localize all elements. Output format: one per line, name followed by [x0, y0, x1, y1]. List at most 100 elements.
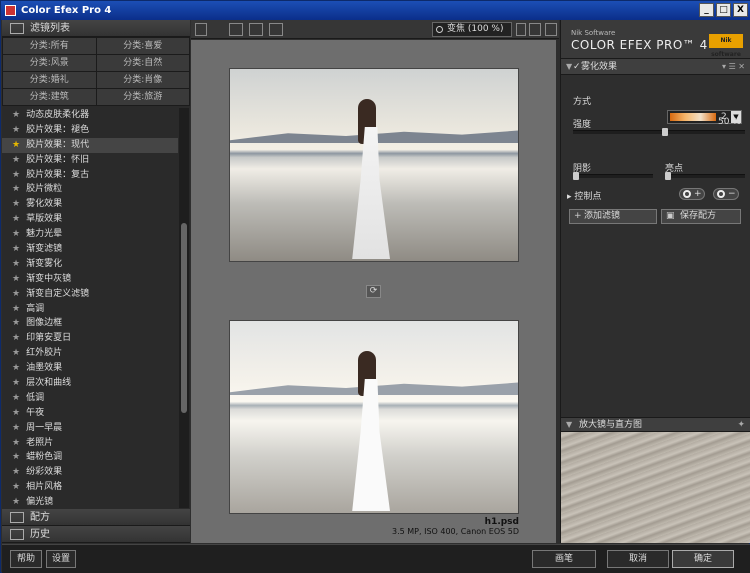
category-travel[interactable]: 分类:旅游	[96, 89, 189, 105]
filter-list-item[interactable]: ★ 渐变自定义滤镜	[2, 287, 178, 302]
add-control-point-button[interactable]: +	[679, 188, 705, 200]
history-section[interactable]: 历史	[2, 526, 190, 543]
filter-list-item[interactable]: ★ 草版效果	[2, 212, 178, 227]
side-by-side-view-icon[interactable]	[269, 23, 283, 36]
filter-list-item[interactable]: ★ 胶片效果：复古	[2, 168, 178, 183]
favorite-star-icon[interactable]: ★	[12, 438, 20, 448]
single-view-icon[interactable]	[229, 23, 243, 36]
filter-list-item[interactable]: ★ 周一早晨	[2, 421, 178, 436]
favorite-star-icon[interactable]: ★	[12, 229, 20, 239]
filter-list-item[interactable]: ★ 纷彩效果	[2, 465, 178, 480]
ok-button[interactable]: 确定	[672, 550, 734, 568]
favorite-star-icon[interactable]: ★	[12, 199, 20, 209]
collapse-triangle-icon[interactable]: ▼	[566, 59, 572, 75]
filter-list-header[interactable]: 滤镜列表	[2, 20, 190, 37]
bulb-icon[interactable]	[529, 23, 541, 36]
panel-toggle-icon[interactable]	[195, 23, 207, 36]
favorite-star-icon[interactable]: ★	[12, 170, 20, 180]
favorite-star-icon[interactable]: ★	[12, 244, 20, 254]
filter-list-item[interactable]: ★ 胶片微粒	[2, 182, 178, 197]
favorite-star-icon[interactable]: ★	[12, 378, 20, 388]
category-architecture[interactable]: 分类:建筑	[3, 89, 96, 105]
favorite-star-icon[interactable]: ★	[12, 348, 20, 358]
favorite-star-icon[interactable]: ★	[12, 423, 20, 433]
favorite-star-icon[interactable]: ★	[12, 289, 20, 299]
filter-settings-header[interactable]: ▼ ✓ 雾化效果 ▾ ☰ ✕	[561, 59, 750, 75]
remove-control-point-button[interactable]: −	[713, 188, 739, 200]
scrollbar-thumb[interactable]	[181, 223, 187, 413]
split-view-icon[interactable]	[249, 23, 263, 36]
filter-list-item[interactable]: ★ 红外胶片	[2, 346, 178, 361]
settings-button[interactable]: 设置	[46, 550, 76, 568]
favorite-star-icon[interactable]: ★	[12, 452, 20, 462]
help-button[interactable]: 帮助	[10, 550, 42, 568]
loupe-preview[interactable]	[561, 432, 750, 543]
cancel-button[interactable]: 取消	[607, 550, 669, 568]
favorite-star-icon[interactable]: ★	[12, 467, 20, 477]
category-wedding[interactable]: 分类:婚礼	[3, 72, 96, 88]
filter-enable-checkbox-icon[interactable]: ✓	[573, 59, 581, 75]
favorite-star-icon[interactable]: ★	[12, 497, 20, 507]
original-image[interactable]	[229, 68, 519, 262]
filter-list-item[interactable]: ★ 午夜	[2, 406, 178, 421]
favorite-star-icon[interactable]: ★	[12, 140, 20, 150]
loupe-header[interactable]: ▼ 放大镜与直方图 ✦	[561, 417, 750, 432]
filter-list-item[interactable]: ★ 老照片	[2, 436, 178, 451]
close-button[interactable]: X	[733, 3, 748, 17]
category-portrait[interactable]: 分类:肖像	[96, 72, 189, 88]
swap-preview-icon[interactable]: ⟳	[366, 285, 381, 298]
favorite-star-icon[interactable]: ★	[12, 110, 20, 120]
category-all[interactable]: 分类:所有	[3, 38, 96, 54]
filter-controls-icon[interactable]: ▾ ☰ ✕	[722, 59, 745, 75]
preview-canvas[interactable]: ⟳ h1.psd 3.5 MP, ISO 400, Canon EOS 5D	[191, 40, 556, 543]
favorite-star-icon[interactable]: ★	[12, 304, 20, 314]
filter-list-item[interactable]: ★ 油墨效果	[2, 361, 178, 376]
filter-list-item[interactable]: ★ 渐变滤镜	[2, 242, 178, 257]
filter-list-item[interactable]: ★ 层次和曲线	[2, 376, 178, 391]
category-favorites[interactable]: 分类:喜爱	[96, 38, 189, 54]
collapse-triangle-icon[interactable]: ▼	[566, 418, 572, 432]
filter-list-item[interactable]: ★ 魅力光晕	[2, 227, 178, 242]
filter-list-item[interactable]: ★ 胶片效果：褪色	[2, 123, 178, 138]
favorite-star-icon[interactable]: ★	[12, 274, 20, 284]
filter-list-item[interactable]: ★ 高调	[2, 302, 178, 317]
strength-slider[interactable]	[573, 128, 745, 136]
filter-list-item[interactable]: ★ 低调	[2, 391, 178, 406]
background-toggle-icon[interactable]	[545, 23, 557, 36]
favorite-star-icon[interactable]: ★	[12, 333, 20, 343]
filter-list-item[interactable]: ★ 渐变中灰镜	[2, 272, 178, 287]
highlights-slider[interactable]	[665, 172, 745, 180]
filter-list-item[interactable]: ★ 印第安夏日	[2, 331, 178, 346]
favorite-star-icon[interactable]: ★	[12, 482, 20, 492]
control-points-toggle[interactable]: ▸ 控制点	[567, 189, 601, 202]
filter-list-item[interactable]: ★ 胶片效果：怀旧	[2, 153, 178, 168]
category-nature[interactable]: 分类:自然	[96, 55, 189, 71]
filter-list-item[interactable]: ★ 渐变雾化	[2, 257, 178, 272]
filter-list-item[interactable]: ★ 偏光镜	[2, 495, 178, 508]
favorite-star-icon[interactable]: ★	[12, 363, 20, 373]
favorite-star-icon[interactable]: ★	[12, 393, 20, 403]
filter-list-scrollbar[interactable]	[179, 108, 189, 508]
maximize-button[interactable]: □	[716, 3, 731, 17]
filter-list-item[interactable]: ★ 雾化效果	[2, 197, 178, 212]
pin-icon[interactable]: ✦	[737, 418, 745, 432]
filter-list[interactable]: ★ 动态皮肤柔化器 ★ 胶片效果：褪色 ★ 胶片效果：现代 ★ 胶片效果：怀旧 ★ 胶片效果：复古…	[2, 108, 178, 508]
minimize-button[interactable]: _	[699, 3, 714, 17]
brush-button[interactable]: 画笔	[532, 550, 596, 568]
filter-list-item[interactable]: ★ 相片风格	[2, 480, 178, 495]
favorite-star-icon[interactable]: ★	[12, 214, 20, 224]
favorite-star-icon[interactable]: ★	[12, 259, 20, 269]
save-recipe-button[interactable]: ▣ 保存配方	[661, 209, 741, 224]
filter-list-item[interactable]: ★ 动态皮肤柔化器	[2, 108, 178, 123]
filter-list-item[interactable]: ★ 蜡粉色调	[2, 450, 178, 465]
favorite-star-icon[interactable]: ★	[12, 184, 20, 194]
shadows-slider[interactable]	[573, 172, 653, 180]
zoom-arrow-icon[interactable]	[516, 23, 526, 36]
favorite-star-icon[interactable]: ★	[12, 125, 20, 135]
favorite-star-icon[interactable]: ★	[12, 155, 20, 165]
strength-slider-thumb[interactable]	[662, 128, 668, 136]
filter-list-item[interactable]: ★ 胶片效果：现代	[2, 137, 178, 153]
favorite-star-icon[interactable]: ★	[12, 408, 20, 418]
highlights-slider-thumb[interactable]	[665, 172, 671, 180]
filtered-image[interactable]	[229, 320, 519, 514]
